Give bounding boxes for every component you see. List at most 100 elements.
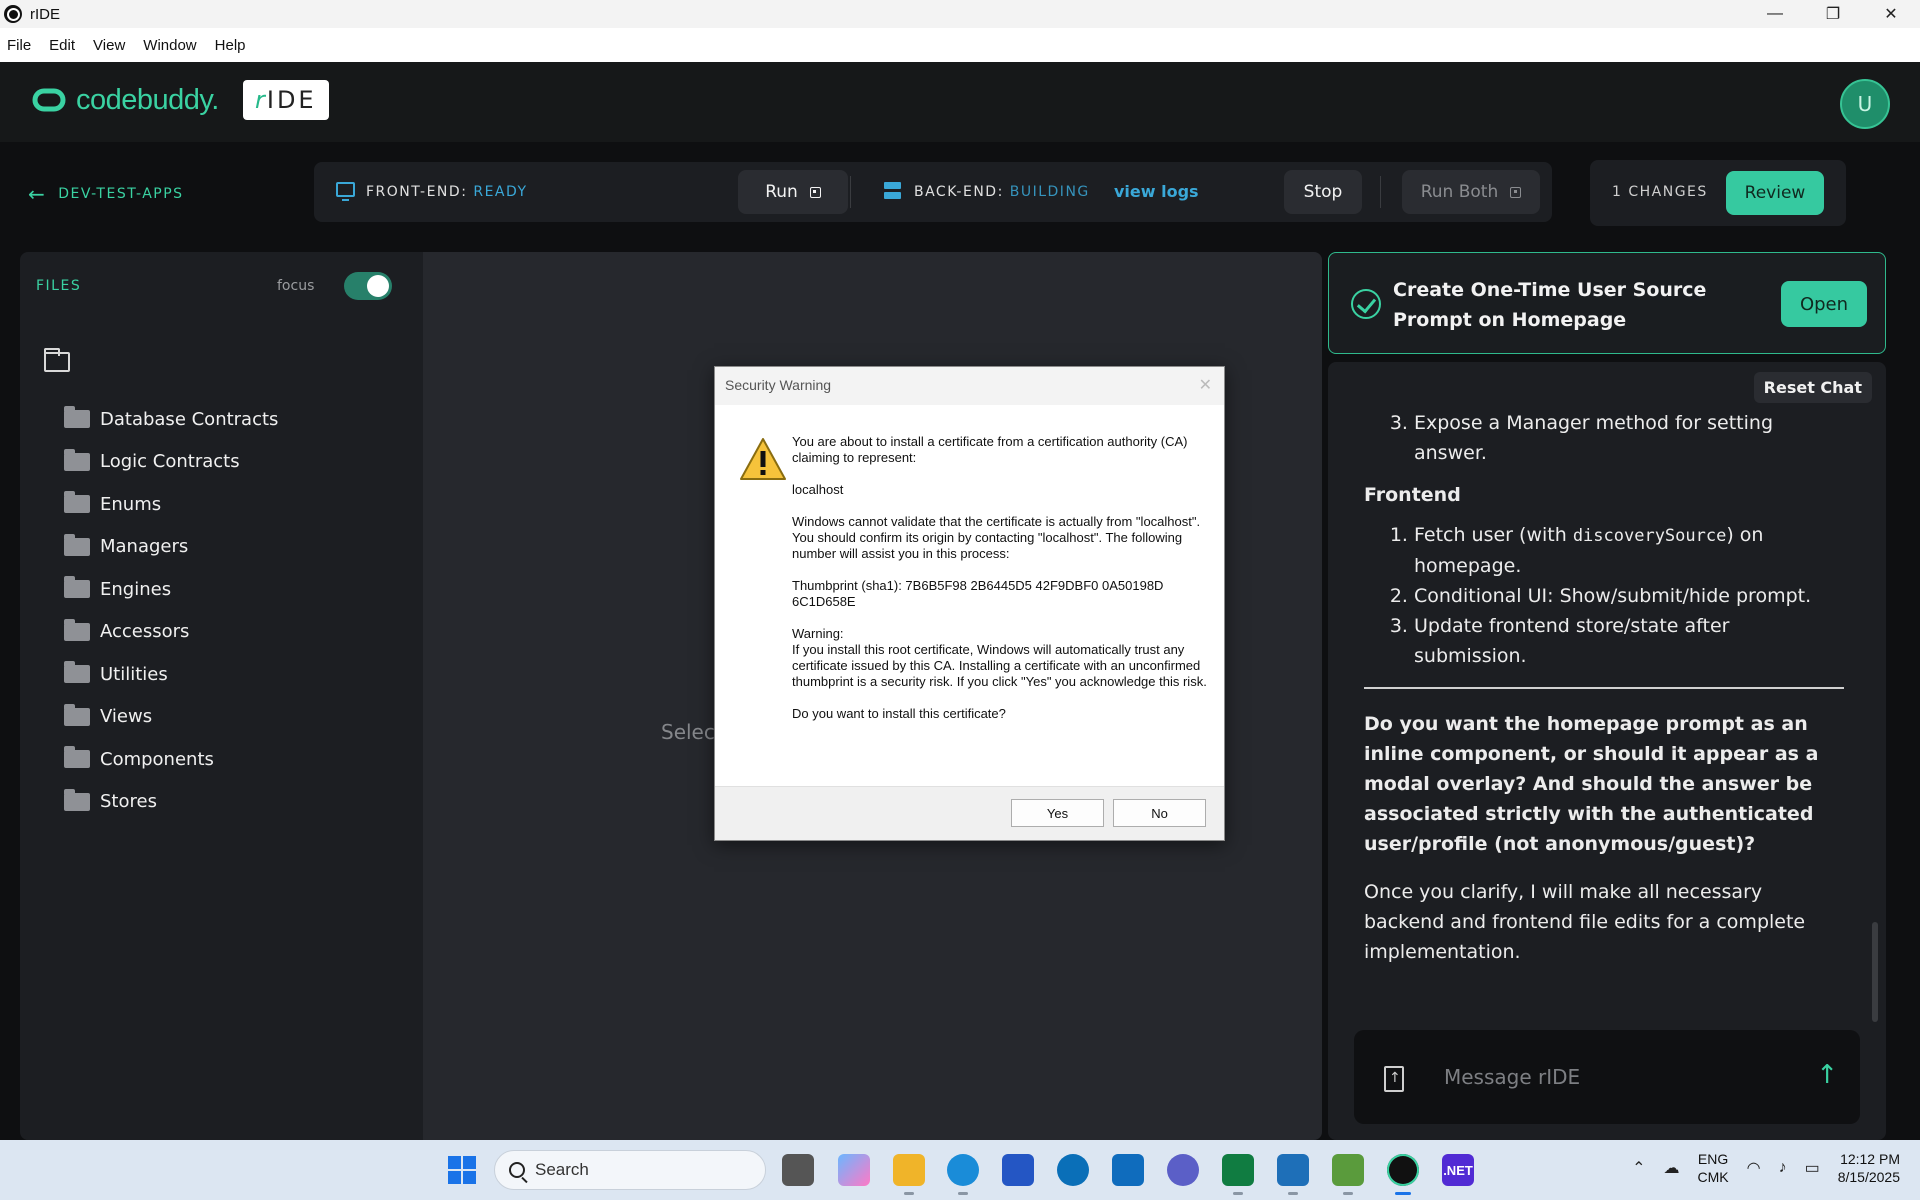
message-input[interactable] (1444, 1052, 1784, 1102)
frontend-status: READY (473, 184, 528, 200)
divider (1364, 687, 1844, 689)
menu-window[interactable]: Window (143, 37, 196, 54)
yes-button[interactable]: Yes (1011, 799, 1104, 827)
close-icon[interactable]: ✕ (1862, 0, 1920, 28)
folder-item[interactable]: Engines (64, 568, 278, 611)
file-explorer-icon[interactable] (893, 1154, 925, 1186)
notepad-icon[interactable] (1332, 1154, 1364, 1186)
menu-file[interactable]: File (7, 37, 31, 54)
backend-label: BACK-END: BUILDING (914, 184, 1090, 200)
task-title: Create One-Time User Source Prompt on Ho… (1393, 279, 1707, 331)
run-frontend-button[interactable]: Run (738, 170, 848, 214)
settings-gear-icon[interactable] (1167, 1154, 1199, 1186)
taskbar-search[interactable]: Search (494, 1150, 766, 1190)
product-prefix: r (255, 86, 265, 114)
system-tray: ⌃ ☁ ENG CMK ◠ ♪ ▭ 12:12 PM 8/15/2025 (1632, 1150, 1900, 1186)
terminal-icon (809, 186, 821, 198)
warning-icon (740, 438, 786, 480)
folder-outline-icon[interactable] (44, 348, 70, 372)
folder-label: Managers (100, 536, 189, 558)
folder-icon (64, 788, 90, 811)
windows-start-icon[interactable] (448, 1156, 476, 1184)
files-title: FILES (36, 278, 82, 294)
window-title-bar: rIDE — ❐ ✕ (0, 0, 1920, 28)
dialog-text: Windows cannot validate that the certifi… (792, 514, 1201, 561)
run-both-button[interactable]: Run Both (1402, 170, 1540, 214)
frontend-label-text: FRONT-END: (366, 184, 468, 200)
wifi-icon[interactable]: ◠ (1747, 1158, 1761, 1178)
volume-icon[interactable]: ♪ (1779, 1159, 1787, 1177)
folder-item[interactable]: Stores (64, 781, 278, 824)
search-icon (509, 1162, 525, 1178)
dotnet-icon[interactable]: .NET (1442, 1154, 1474, 1186)
menu-help[interactable]: Help (215, 37, 246, 54)
assistant-message: Once you clarify, I will make all necess… (1364, 881, 1806, 963)
folder-list: Database Contracts Logic Contracts Enums Ma… (64, 398, 278, 823)
task-view-icon[interactable] (782, 1154, 814, 1186)
folder-item[interactable]: Accessors (64, 611, 278, 654)
outlook-icon[interactable] (1112, 1154, 1144, 1186)
folder-item[interactable]: Enums (64, 483, 278, 526)
inline-code: discoverySource (1572, 526, 1727, 546)
run-label: Run (765, 182, 798, 202)
warning-heading: Warning: (792, 626, 844, 641)
review-button[interactable]: Review (1726, 171, 1824, 215)
backend-steps: Expose a Manager method for setting answ… (1364, 408, 1844, 468)
minimize-icon[interactable]: — (1746, 0, 1804, 28)
folder-icon (64, 491, 90, 514)
file-upload-icon[interactable] (1384, 1066, 1404, 1092)
warning-text: If you install this root certificate, Wi… (792, 642, 1207, 689)
language-indicator[interactable]: ENG CMK (1697, 1150, 1728, 1186)
backend-status: BUILDING (1009, 184, 1090, 200)
folder-item[interactable]: Managers (64, 526, 278, 569)
copilot-icon[interactable] (838, 1154, 870, 1186)
dell-icon[interactable] (1057, 1154, 1089, 1186)
dialog-close-icon[interactable]: ✕ (1199, 375, 1212, 395)
network-cloud-icon[interactable]: ☁ (1663, 1158, 1679, 1178)
folder-item[interactable]: Components (64, 738, 278, 781)
app-indicator (1343, 1192, 1353, 1195)
stop-button[interactable]: Stop (1284, 170, 1362, 214)
menu-bar: File Edit View Window Help (0, 28, 1920, 62)
view-logs-link[interactable]: view logs (1114, 182, 1199, 201)
menu-edit[interactable]: Edit (49, 37, 75, 54)
avatar[interactable]: U (1840, 79, 1890, 129)
monitor-icon (336, 182, 355, 201)
folder-item[interactable]: Views (64, 696, 278, 739)
focus-toggle[interactable] (344, 272, 392, 300)
open-button[interactable]: Open (1781, 281, 1867, 327)
chevron-up-icon[interactable]: ⌃ (1632, 1158, 1645, 1178)
toolbar-row: ← DEV-TEST-APPS FRONT-END: READY Run BAC… (0, 142, 1920, 252)
terminal-icon (1510, 186, 1522, 198)
frontend-steps: Fetch user (with discoverySource) on hom… (1364, 520, 1844, 671)
chat-scrollbar[interactable] (1872, 922, 1878, 1022)
folder-item[interactable]: Utilities (64, 653, 278, 696)
store-icon[interactable] (1002, 1154, 1034, 1186)
clock[interactable]: 12:12 PM 8/15/2025 (1838, 1150, 1900, 1186)
app-indicator (958, 1192, 968, 1195)
list-item-text: Fetch user (with (1414, 524, 1573, 546)
no-button[interactable]: No (1113, 799, 1206, 827)
chat-messages: Expose a Manager method for setting answ… (1364, 408, 1844, 967)
ride-app-icon[interactable] (1387, 1154, 1419, 1186)
remote-desktop-icon[interactable] (1277, 1154, 1309, 1186)
folder-item[interactable]: Logic Contracts (64, 441, 278, 484)
send-arrow-icon[interactable]: ↑ (1816, 1060, 1838, 1090)
dialog-text: You are about to install a certificate f… (792, 434, 1188, 465)
folder-label: Database Contracts (100, 408, 279, 430)
menu-view[interactable]: View (93, 37, 125, 54)
folder-item[interactable]: Database Contracts (64, 398, 278, 441)
search-label: Search (535, 1160, 589, 1179)
dialog-footer: Yes No (715, 786, 1224, 840)
maximize-icon[interactable]: ❐ (1804, 0, 1862, 28)
edge-icon[interactable] (947, 1154, 979, 1186)
back-link[interactable]: ← DEV-TEST-APPS (28, 182, 184, 206)
battery-icon[interactable]: ▭ (1805, 1158, 1820, 1178)
frontend-label: FRONT-END: READY (366, 184, 528, 200)
arrow-left-icon: ← (28, 182, 47, 206)
reset-chat-button[interactable]: Reset Chat (1753, 372, 1872, 403)
folder-label: Utilities (100, 663, 168, 685)
assistant-question: Do you want the homepage prompt as an in… (1364, 713, 1819, 855)
excel-icon[interactable] (1222, 1154, 1254, 1186)
active-app-indicator (1395, 1192, 1411, 1195)
